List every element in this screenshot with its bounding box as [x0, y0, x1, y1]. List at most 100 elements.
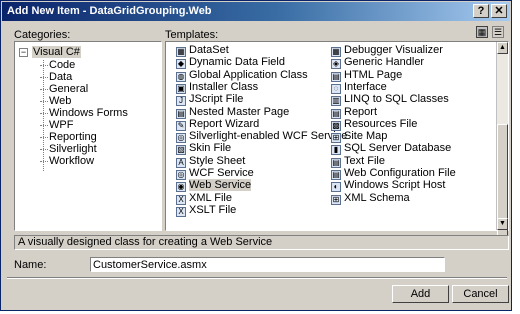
tree-root-visual-csharp[interactable]: Visual C# — [32, 46, 81, 58]
template-item-label: Report Wizard — [189, 117, 260, 130]
tree-connector — [40, 65, 48, 66]
tree-item-label: Web — [49, 95, 72, 107]
tree-item-label: Data — [49, 71, 73, 83]
small-icons-view-button[interactable]: ☰ — [492, 26, 504, 38]
template-item-label: Text File — [344, 154, 385, 167]
tree-root-label: Visual C# — [32, 46, 81, 58]
tree-connector — [40, 125, 48, 126]
template-item[interactable]: ▥ LINQ to SQL Classes — [331, 93, 449, 107]
template-item[interactable]: ⊞ XML Schema — [331, 191, 410, 205]
tree-item-reporting[interactable]: Reporting — [40, 131, 97, 143]
categories-label: Categories: — [14, 29, 71, 41]
template-item-label: Style Sheet — [189, 154, 246, 167]
template-item-label: XSLT File — [189, 203, 237, 216]
tree-connector — [40, 149, 48, 150]
separator — [7, 277, 507, 279]
template-item-label: Nested Master Page — [189, 105, 290, 118]
template-item[interactable]: ◎ Silverlight-enabled WCF Service — [176, 130, 348, 144]
window-title: Add New Item - DataGridGrouping.Web — [7, 5, 212, 17]
tree-connector — [40, 161, 48, 162]
template-item[interactable]: ▤ Text File — [331, 154, 385, 168]
template-item-label: HTML Page — [344, 68, 403, 81]
template-item[interactable]: ▣ Installer Class — [176, 81, 258, 94]
template-item[interactable]: ⊞ Site Map — [331, 130, 388, 144]
tree-connector — [40, 77, 48, 78]
tree-connector — [40, 137, 48, 138]
template-item[interactable]: ▤ Report — [331, 106, 377, 119]
xml-schema-icon: ⊞ — [331, 194, 341, 205]
cancel-button[interactable]: Cancel — [452, 285, 509, 303]
template-item[interactable]: ▧ Skin File — [176, 142, 232, 156]
tree-item-general[interactable]: General — [40, 83, 89, 95]
add-button[interactable]: Add — [392, 285, 449, 303]
template-item-label: Generic Handler — [344, 56, 425, 69]
template-item[interactable]: ◎ WCF Service — [176, 167, 254, 180]
tree-item-web[interactable]: Web — [40, 95, 72, 107]
tree-item-label: Silverlight — [49, 143, 97, 155]
template-item[interactable]: J JScript File — [176, 93, 244, 107]
templates-scrollbar[interactable]: ▲ ▼ — [496, 42, 508, 236]
template-item[interactable]: A Style Sheet — [176, 154, 246, 168]
template-item-label: XML Schema — [344, 191, 410, 204]
add-new-item-dialog: Add New Item - DataGridGrouping.Web ? ✕ … — [0, 0, 512, 311]
title-bar[interactable]: Add New Item - DataGridGrouping.Web ? ✕ — [2, 2, 510, 21]
template-item-label: LINQ to SQL Classes — [344, 93, 449, 106]
name-input[interactable] — [90, 257, 445, 272]
template-item[interactable]: ◉ Web Service — [176, 179, 252, 193]
template-item-label: SQL Server Database — [344, 142, 452, 155]
collapse-icon[interactable]: − — [19, 48, 28, 57]
template-item-label: Silverlight-enabled WCF Service — [189, 130, 348, 143]
templates-label: Templates: — [165, 29, 219, 41]
tree-item-data[interactable]: Data — [40, 71, 73, 83]
template-item[interactable]: ▩ Resources File — [331, 117, 418, 131]
help-button[interactable]: ? — [473, 4, 489, 18]
template-item-label: Dynamic Data Field — [189, 56, 285, 69]
template-item-label: WCF Service — [189, 167, 254, 179]
template-item[interactable]: ✎ Report Wizard — [176, 117, 260, 131]
template-item[interactable]: X XSLT File — [176, 203, 237, 217]
scroll-up-icon[interactable]: ▲ — [497, 42, 508, 54]
template-item-label: Web Service — [189, 179, 252, 192]
tree-item-label: Workflow — [49, 155, 95, 167]
template-item-label: Skin File — [189, 142, 232, 155]
template-item-label: Interface — [344, 80, 387, 93]
tree-item-code[interactable]: Code — [40, 59, 76, 71]
scroll-down-icon[interactable]: ▼ — [497, 218, 508, 230]
template-item-label: XML File — [189, 191, 232, 204]
tree-item-label: General — [49, 83, 89, 95]
template-item[interactable]: ◌ Interface — [331, 80, 387, 94]
template-item[interactable]: ◈ Generic Handler — [331, 56, 425, 70]
template-description: A visually designed class for creating a… — [14, 235, 509, 250]
template-item[interactable]: ◐ Windows Script Host — [331, 179, 445, 193]
tree-item-label: Code — [49, 59, 76, 71]
large-icons-view-button[interactable]: ▦ — [476, 26, 488, 38]
tree-connector — [40, 89, 48, 90]
template-item[interactable]: ▤ HTML Page — [331, 68, 403, 82]
close-button[interactable]: ✕ — [491, 4, 507, 18]
tree-item-wpf[interactable]: WPF — [40, 119, 73, 131]
template-item-label: DataSet — [189, 44, 229, 56]
template-item-label: Web Configuration File — [344, 167, 456, 179]
template-item-label: Site Map — [344, 130, 388, 143]
template-item-label: Global Application Class — [189, 68, 308, 81]
template-item[interactable]: ▤ Web Configuration File — [331, 167, 456, 180]
tree-item-label: Windows Forms — [49, 107, 128, 119]
template-item[interactable]: ▮ SQL Server Database — [331, 142, 452, 156]
tree-connector — [40, 101, 48, 102]
template-item[interactable]: ▦ DataSet — [176, 44, 229, 57]
tree-item-silverlight[interactable]: Silverlight — [40, 143, 97, 155]
templates-list[interactable]: ▦ DataSet ◆ Dynamic Data Field ◍ Global Appli… — [165, 41, 509, 236]
template-item[interactable]: ▦ Debugger Visualizer — [331, 44, 443, 57]
template-item[interactable]: ◆ Dynamic Data Field — [176, 56, 285, 70]
template-item-label: JScript File — [189, 93, 244, 106]
name-label: Name: — [14, 259, 47, 271]
categories-tree[interactable]: − Visual C# Code Data General Web Windows Fo… — [14, 41, 162, 231]
template-item-label: Resources File — [344, 117, 418, 130]
tree-item-workflow[interactable]: Workflow — [40, 155, 95, 167]
template-item-label: Debugger Visualizer — [344, 44, 443, 56]
tree-item-windows-forms[interactable]: Windows Forms — [40, 107, 128, 119]
template-item[interactable]: ▤ Nested Master Page — [176, 105, 290, 119]
tree-connector — [40, 113, 48, 114]
template-item[interactable]: ◍ Global Application Class — [176, 68, 308, 82]
template-item[interactable]: X XML File — [176, 191, 232, 205]
